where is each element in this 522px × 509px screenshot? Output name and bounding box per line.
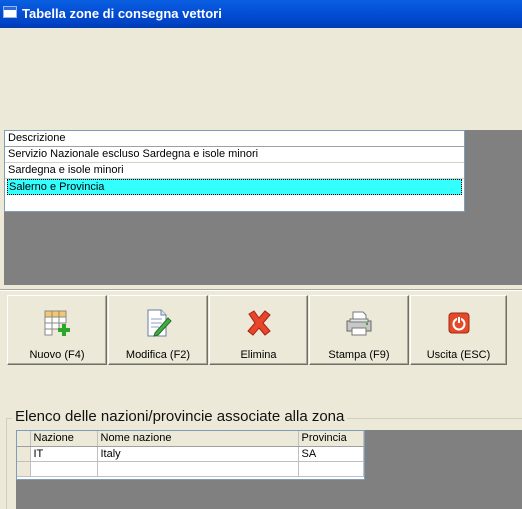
delete-button[interactable]: Elimina xyxy=(209,295,308,365)
print-button-label: Stampa (F9) xyxy=(328,349,390,361)
associations-title: Elenco delle nazioni/provincie associate… xyxy=(12,408,348,425)
row-selector-header xyxy=(17,431,31,447)
list-item[interactable]: Sardegna e isole minori xyxy=(5,163,464,179)
toolbar-separator xyxy=(0,289,522,291)
list-item-selected[interactable]: Salerno e Provincia xyxy=(7,179,462,195)
new-button-label: Nuovo (F4) xyxy=(29,349,85,361)
zone-list-header[interactable]: Descrizione xyxy=(5,131,464,147)
window-title: Tabella zone di consegna vettori xyxy=(22,6,222,21)
cell-empty[interactable] xyxy=(298,461,364,477)
row-selector[interactable] xyxy=(17,446,31,462)
title-bar[interactable]: Tabella zone di consegna vettori xyxy=(0,0,522,28)
printer-icon xyxy=(346,311,372,336)
delete-x-icon xyxy=(246,310,271,336)
delete-button-label: Elimina xyxy=(240,349,277,361)
edit-button[interactable]: Modifica (F2) xyxy=(108,295,208,365)
row-selector[interactable] xyxy=(17,461,31,477)
exit-button[interactable]: Uscita (ESC) xyxy=(410,295,507,365)
exit-button-label: Uscita (ESC) xyxy=(426,349,491,361)
list-item[interactable]: Servizio Nazionale escluso Sardegna e is… xyxy=(5,147,464,163)
associations-grid[interactable]: Nazione Nome nazione Provincia IT Italy … xyxy=(16,430,365,480)
cell-nome-nazione[interactable]: Italy xyxy=(97,446,299,462)
edit-button-label: Modifica (F2) xyxy=(125,349,191,361)
cell-provincia[interactable]: SA xyxy=(298,446,364,462)
cell-nazione[interactable]: IT xyxy=(30,446,98,462)
table-row-empty xyxy=(17,461,364,477)
print-button[interactable]: Stampa (F9) xyxy=(309,295,409,365)
cell-empty[interactable] xyxy=(97,461,299,477)
new-table-icon xyxy=(44,310,70,336)
column-header-nome-nazione[interactable]: Nome nazione xyxy=(97,431,299,447)
cell-empty[interactable] xyxy=(30,461,98,477)
column-header-provincia[interactable]: Provincia xyxy=(298,431,364,447)
edit-document-icon xyxy=(147,309,172,337)
column-header-nazione[interactable]: Nazione xyxy=(30,431,98,447)
table-row: IT Italy SA xyxy=(17,446,364,462)
zone-list[interactable]: Descrizione Servizio Nazionale escluso S… xyxy=(4,130,465,212)
window-icon xyxy=(3,6,17,18)
new-button[interactable]: Nuovo (F4) xyxy=(7,295,107,365)
power-off-icon xyxy=(448,312,469,334)
